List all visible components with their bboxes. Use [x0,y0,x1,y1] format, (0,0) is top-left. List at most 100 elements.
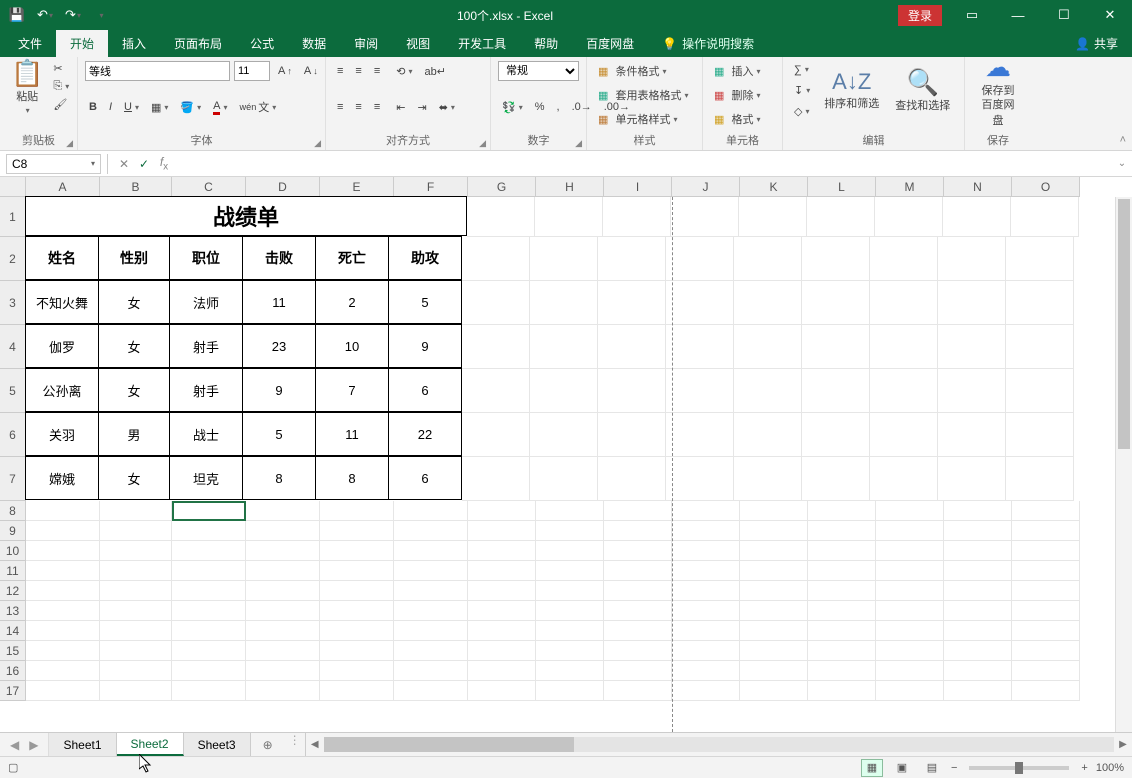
tab-split-handle[interactable]: ⋮ [285,733,305,756]
tab-insert[interactable]: 插入 [108,30,160,57]
sheet-tab-sheet2[interactable]: Sheet2 [117,733,184,756]
cell-O5[interactable] [1006,369,1074,413]
cell-B16[interactable] [100,661,172,681]
save-icon[interactable]: 💾 [6,4,28,26]
vertical-scrollbar[interactable] [1115,197,1132,732]
cell-H5[interactable] [530,369,598,413]
cell-M8[interactable] [876,501,944,521]
cell-I9[interactable] [604,521,672,541]
cell-D6[interactable]: 5 [242,412,316,456]
row-header-3[interactable]: 3 [0,281,26,325]
tab-data[interactable]: 数据 [288,30,340,57]
cell-J12[interactable] [672,581,740,601]
phonetic-button[interactable]: wén文▾ [235,97,280,117]
cell-G9[interactable] [468,521,536,541]
column-header-K[interactable]: K [740,177,808,197]
cell-E2[interactable]: 死亡 [315,236,389,280]
cell-G15[interactable] [468,641,536,661]
cell-A14[interactable] [26,621,100,641]
cell-I4[interactable] [598,325,666,369]
cell-K15[interactable] [740,641,808,661]
qat-customize-icon[interactable]: ▾ [90,4,112,26]
align-right-button[interactable]: ≡ [370,99,384,115]
fill-button[interactable]: ↧▾ [790,82,814,99]
enter-formula-icon[interactable]: ✓ [134,157,154,171]
cell-L17[interactable] [808,681,876,701]
cell-N5[interactable] [938,369,1006,413]
wrap-text-button[interactable]: ab↵ [421,63,450,80]
cell-K11[interactable] [740,561,808,581]
horizontal-scrollbar[interactable]: ◀ ▶ [305,733,1132,756]
cell-C12[interactable] [172,581,246,601]
cell-F8[interactable] [394,501,468,521]
cell-I7[interactable] [598,457,666,501]
cell-M10[interactable] [876,541,944,561]
cell-M3[interactable] [870,281,938,325]
cell-I1[interactable] [603,197,671,237]
column-header-G[interactable]: G [468,177,536,197]
cell-G10[interactable] [468,541,536,561]
cell-H2[interactable] [530,237,598,281]
cell-I12[interactable] [604,581,672,601]
cell-O4[interactable] [1006,325,1074,369]
fill-color-button[interactable]: 🪣▾ [176,99,205,116]
cell-O9[interactable] [1012,521,1080,541]
cell-J15[interactable] [672,641,740,661]
cell-J6[interactable] [666,413,734,457]
cell-M15[interactable] [876,641,944,661]
cell-A10[interactable] [26,541,100,561]
cell-J17[interactable] [672,681,740,701]
cell-O7[interactable] [1006,457,1074,501]
row-header-17[interactable]: 17 [0,681,26,701]
cell-D2[interactable]: 击败 [242,236,316,280]
find-select-button[interactable]: 🔍 查找和选择 [889,60,956,122]
cell-F14[interactable] [394,621,468,641]
cell-A2[interactable]: 姓名 [25,236,99,280]
row-header-16[interactable]: 16 [0,661,26,681]
cell-B11[interactable] [100,561,172,581]
cell-F11[interactable] [394,561,468,581]
cell-E17[interactable] [320,681,394,701]
row-header-8[interactable]: 8 [0,501,26,521]
cell-A12[interactable] [26,581,100,601]
cell-D5[interactable]: 9 [242,368,316,412]
cell-J8[interactable] [672,501,740,521]
record-macro-icon[interactable]: ▢ [8,761,18,774]
cell-M6[interactable] [870,413,938,457]
cell-G12[interactable] [468,581,536,601]
column-header-N[interactable]: N [944,177,1012,197]
cell-C4[interactable]: 射手 [169,324,243,368]
cell-J9[interactable] [672,521,740,541]
conditional-format-button[interactable]: ▦ 条件格式▾ [594,61,670,81]
cell-styles-button[interactable]: ▦ 单元格样式▾ [594,109,681,129]
cell-E12[interactable] [320,581,394,601]
cell-F10[interactable] [394,541,468,561]
align-middle-button[interactable]: ≡ [351,63,365,79]
cell-L2[interactable] [802,237,870,281]
select-all-corner[interactable] [0,177,26,197]
cell-H15[interactable] [536,641,604,661]
column-header-E[interactable]: E [320,177,394,197]
row-header-11[interactable]: 11 [0,561,26,581]
cell-O13[interactable] [1012,601,1080,621]
cell-A15[interactable] [26,641,100,661]
cell-M14[interactable] [876,621,944,641]
page-layout-view-icon[interactable]: ▣ [891,759,913,777]
cell-H6[interactable] [530,413,598,457]
cell-N11[interactable] [944,561,1012,581]
cell-E16[interactable] [320,661,394,681]
cell-E15[interactable] [320,641,394,661]
cell-B10[interactable] [100,541,172,561]
cell-K10[interactable] [740,541,808,561]
cell-K4[interactable] [734,325,802,369]
decrease-font-button[interactable]: A↓ [300,63,322,79]
cell-N6[interactable] [938,413,1006,457]
cell-K16[interactable] [740,661,808,681]
cell-D10[interactable] [246,541,320,561]
row-header-10[interactable]: 10 [0,541,26,561]
undo-icon[interactable]: ↶▾ [34,4,56,26]
cell-B15[interactable] [100,641,172,661]
cell-O17[interactable] [1012,681,1080,701]
cell-A11[interactable] [26,561,100,581]
cell-H10[interactable] [536,541,604,561]
